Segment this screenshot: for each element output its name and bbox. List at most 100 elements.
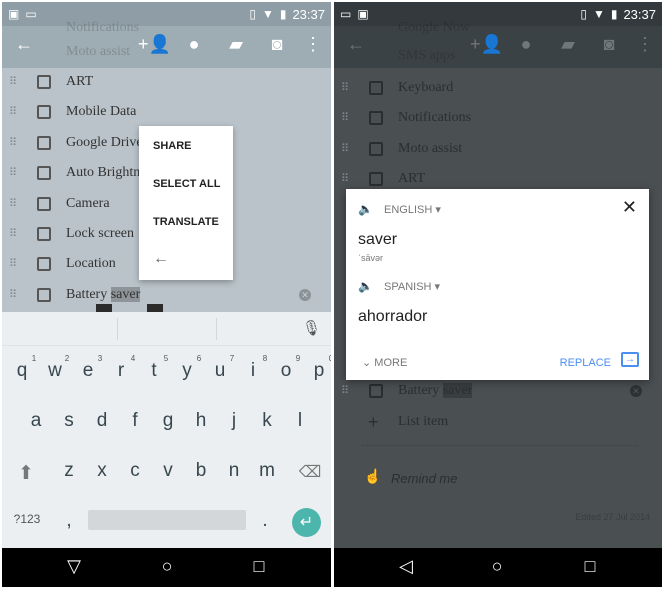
- checkbox[interactable]: [37, 257, 51, 272]
- item-text[interactable]: Battery saver: [66, 286, 141, 303]
- drag-handle-icon[interactable]: ⠿: [341, 113, 351, 124]
- drag-handle-icon[interactable]: ⠿: [9, 168, 19, 179]
- key-b[interactable]: b: [189, 460, 213, 482]
- menu-select-all[interactable]: SELECT ALL: [153, 178, 220, 190]
- item-text[interactable]: Lock screen: [66, 226, 134, 242]
- key-x[interactable]: x: [90, 460, 114, 482]
- key-q[interactable]: q: [10, 360, 34, 382]
- key-a[interactable]: a: [24, 410, 48, 432]
- menu-back-arrow-icon[interactable]: ←: [153, 250, 169, 268]
- key-n[interactable]: n: [222, 460, 246, 482]
- remind-me[interactable]: Remind me: [391, 471, 457, 486]
- remove-item-icon[interactable]: ✕: [630, 385, 642, 397]
- drag-handle-icon[interactable]: ⠿: [9, 137, 19, 148]
- checkbox[interactable]: [369, 81, 383, 95]
- back-nav-icon[interactable]: ▽: [62, 556, 86, 577]
- home-nav-icon[interactable]: ○: [155, 556, 179, 577]
- more-options-icon[interactable]: ⋮: [633, 34, 657, 55]
- symbols-key[interactable]: ?123: [10, 512, 44, 526]
- key-c[interactable]: c: [123, 460, 147, 482]
- key-s[interactable]: s: [57, 410, 81, 432]
- recents-nav-icon[interactable]: □: [578, 556, 602, 577]
- key-w[interactable]: w: [43, 360, 67, 382]
- drag-handle-icon[interactable]: ⠿: [341, 143, 351, 154]
- drag-handle-icon[interactable]: ⠿: [9, 107, 19, 118]
- home-nav-icon[interactable]: ○: [485, 556, 509, 577]
- key-f[interactable]: f: [123, 410, 147, 432]
- replace-button[interactable]: REPLACE: [560, 357, 611, 369]
- list-item[interactable]: ⠿ Battery saver ✕: [334, 376, 662, 406]
- checkbox[interactable]: [37, 287, 51, 302]
- comma-key[interactable]: ,: [57, 510, 81, 532]
- list-item[interactable]: ⠿ Battery saver ✕: [2, 280, 331, 310]
- drag-handle-icon[interactable]: ⠿: [9, 259, 19, 270]
- backspace-key[interactable]: ⌫: [298, 462, 322, 482]
- shift-key[interactable]: ⬆: [14, 462, 38, 485]
- recents-nav-icon[interactable]: □: [247, 556, 271, 577]
- key-y[interactable]: y: [175, 360, 199, 382]
- key-m[interactable]: m: [255, 460, 279, 482]
- back-arrow-icon[interactable]: ←: [12, 34, 36, 55]
- key-k[interactable]: k: [255, 410, 279, 432]
- checkbox[interactable]: [369, 172, 383, 187]
- checkbox[interactable]: [37, 135, 51, 150]
- list-item[interactable]: ⠿ Mobile Data: [2, 97, 331, 127]
- speaker-icon[interactable]: 🔈: [358, 279, 373, 293]
- key-r[interactable]: r: [109, 360, 133, 382]
- camera-icon[interactable]: ◙: [597, 34, 621, 55]
- item-text[interactable]: Camera: [66, 196, 110, 212]
- key-o[interactable]: o: [274, 360, 298, 382]
- key-e[interactable]: e: [76, 360, 100, 382]
- key-v[interactable]: v: [156, 460, 180, 482]
- drag-handle-icon[interactable]: ⠿: [341, 386, 351, 397]
- item-text[interactable]: Mobile Data: [66, 104, 136, 120]
- checkbox[interactable]: [369, 141, 383, 156]
- key-d[interactable]: d: [90, 410, 114, 432]
- item-text[interactable]: Battery saver: [398, 383, 473, 399]
- palette-icon[interactable]: ●: [514, 34, 538, 55]
- key-i[interactable]: i: [241, 360, 265, 382]
- checkbox[interactable]: [37, 227, 51, 241]
- enter-key[interactable]: ↵: [292, 508, 321, 537]
- label-icon[interactable]: ▰: [556, 34, 580, 55]
- checkbox[interactable]: [37, 196, 51, 211]
- key-z[interactable]: z: [57, 460, 81, 482]
- list-item[interactable]: ⠿ Keyboard: [334, 73, 662, 103]
- close-icon[interactable]: ✕: [622, 197, 637, 218]
- key-p[interactable]: p: [307, 360, 331, 382]
- key-j[interactable]: j: [222, 410, 246, 432]
- add-person-icon[interactable]: +👤: [470, 34, 503, 55]
- menu-share[interactable]: SHARE: [153, 140, 192, 152]
- item-text[interactable]: Location: [66, 256, 116, 272]
- add-list-item[interactable]: + List item: [334, 407, 662, 437]
- back-arrow-icon[interactable]: ←: [344, 34, 368, 55]
- drag-handle-icon[interactable]: ⠿: [9, 289, 19, 300]
- more-button[interactable]: ⌄ MORE: [362, 356, 407, 369]
- more-options-icon[interactable]: ⋮: [301, 34, 325, 55]
- source-language-dropdown[interactable]: ENGLISH ▾: [384, 203, 441, 216]
- item-text[interactable]: ART: [66, 74, 93, 90]
- add-person-icon[interactable]: +👤: [138, 34, 171, 55]
- palette-icon[interactable]: ●: [182, 34, 206, 55]
- space-bar[interactable]: [88, 510, 246, 530]
- item-text[interactable]: Google Drive: [66, 135, 143, 151]
- drag-handle-icon[interactable]: ⠿: [341, 174, 351, 185]
- remove-item-icon[interactable]: ✕: [299, 288, 311, 301]
- label-icon[interactable]: ▰: [224, 34, 248, 55]
- camera-icon[interactable]: ◙: [265, 34, 289, 55]
- key-l[interactable]: l: [288, 410, 312, 432]
- target-language-dropdown[interactable]: SPANISH ▾: [384, 280, 440, 293]
- list-item[interactable]: ⠿ Notifications: [334, 103, 662, 133]
- item-text[interactable]: Keyboard: [398, 80, 453, 96]
- drag-handle-icon[interactable]: ⠿: [9, 77, 19, 88]
- checkbox[interactable]: [369, 111, 383, 126]
- checkbox[interactable]: [37, 105, 51, 120]
- back-nav-icon[interactable]: ◁: [394, 556, 418, 577]
- key-g[interactable]: g: [156, 410, 180, 432]
- microphone-icon[interactable]: 🎙: [302, 319, 321, 337]
- reminder-hand-icon[interactable]: ☝: [364, 468, 381, 485]
- drag-handle-icon[interactable]: ⠿: [341, 83, 351, 94]
- drag-handle-icon[interactable]: ⠿: [9, 229, 19, 240]
- replace-icon[interactable]: →: [621, 352, 639, 367]
- list-item[interactable]: ⠿ Moto assist: [334, 134, 662, 164]
